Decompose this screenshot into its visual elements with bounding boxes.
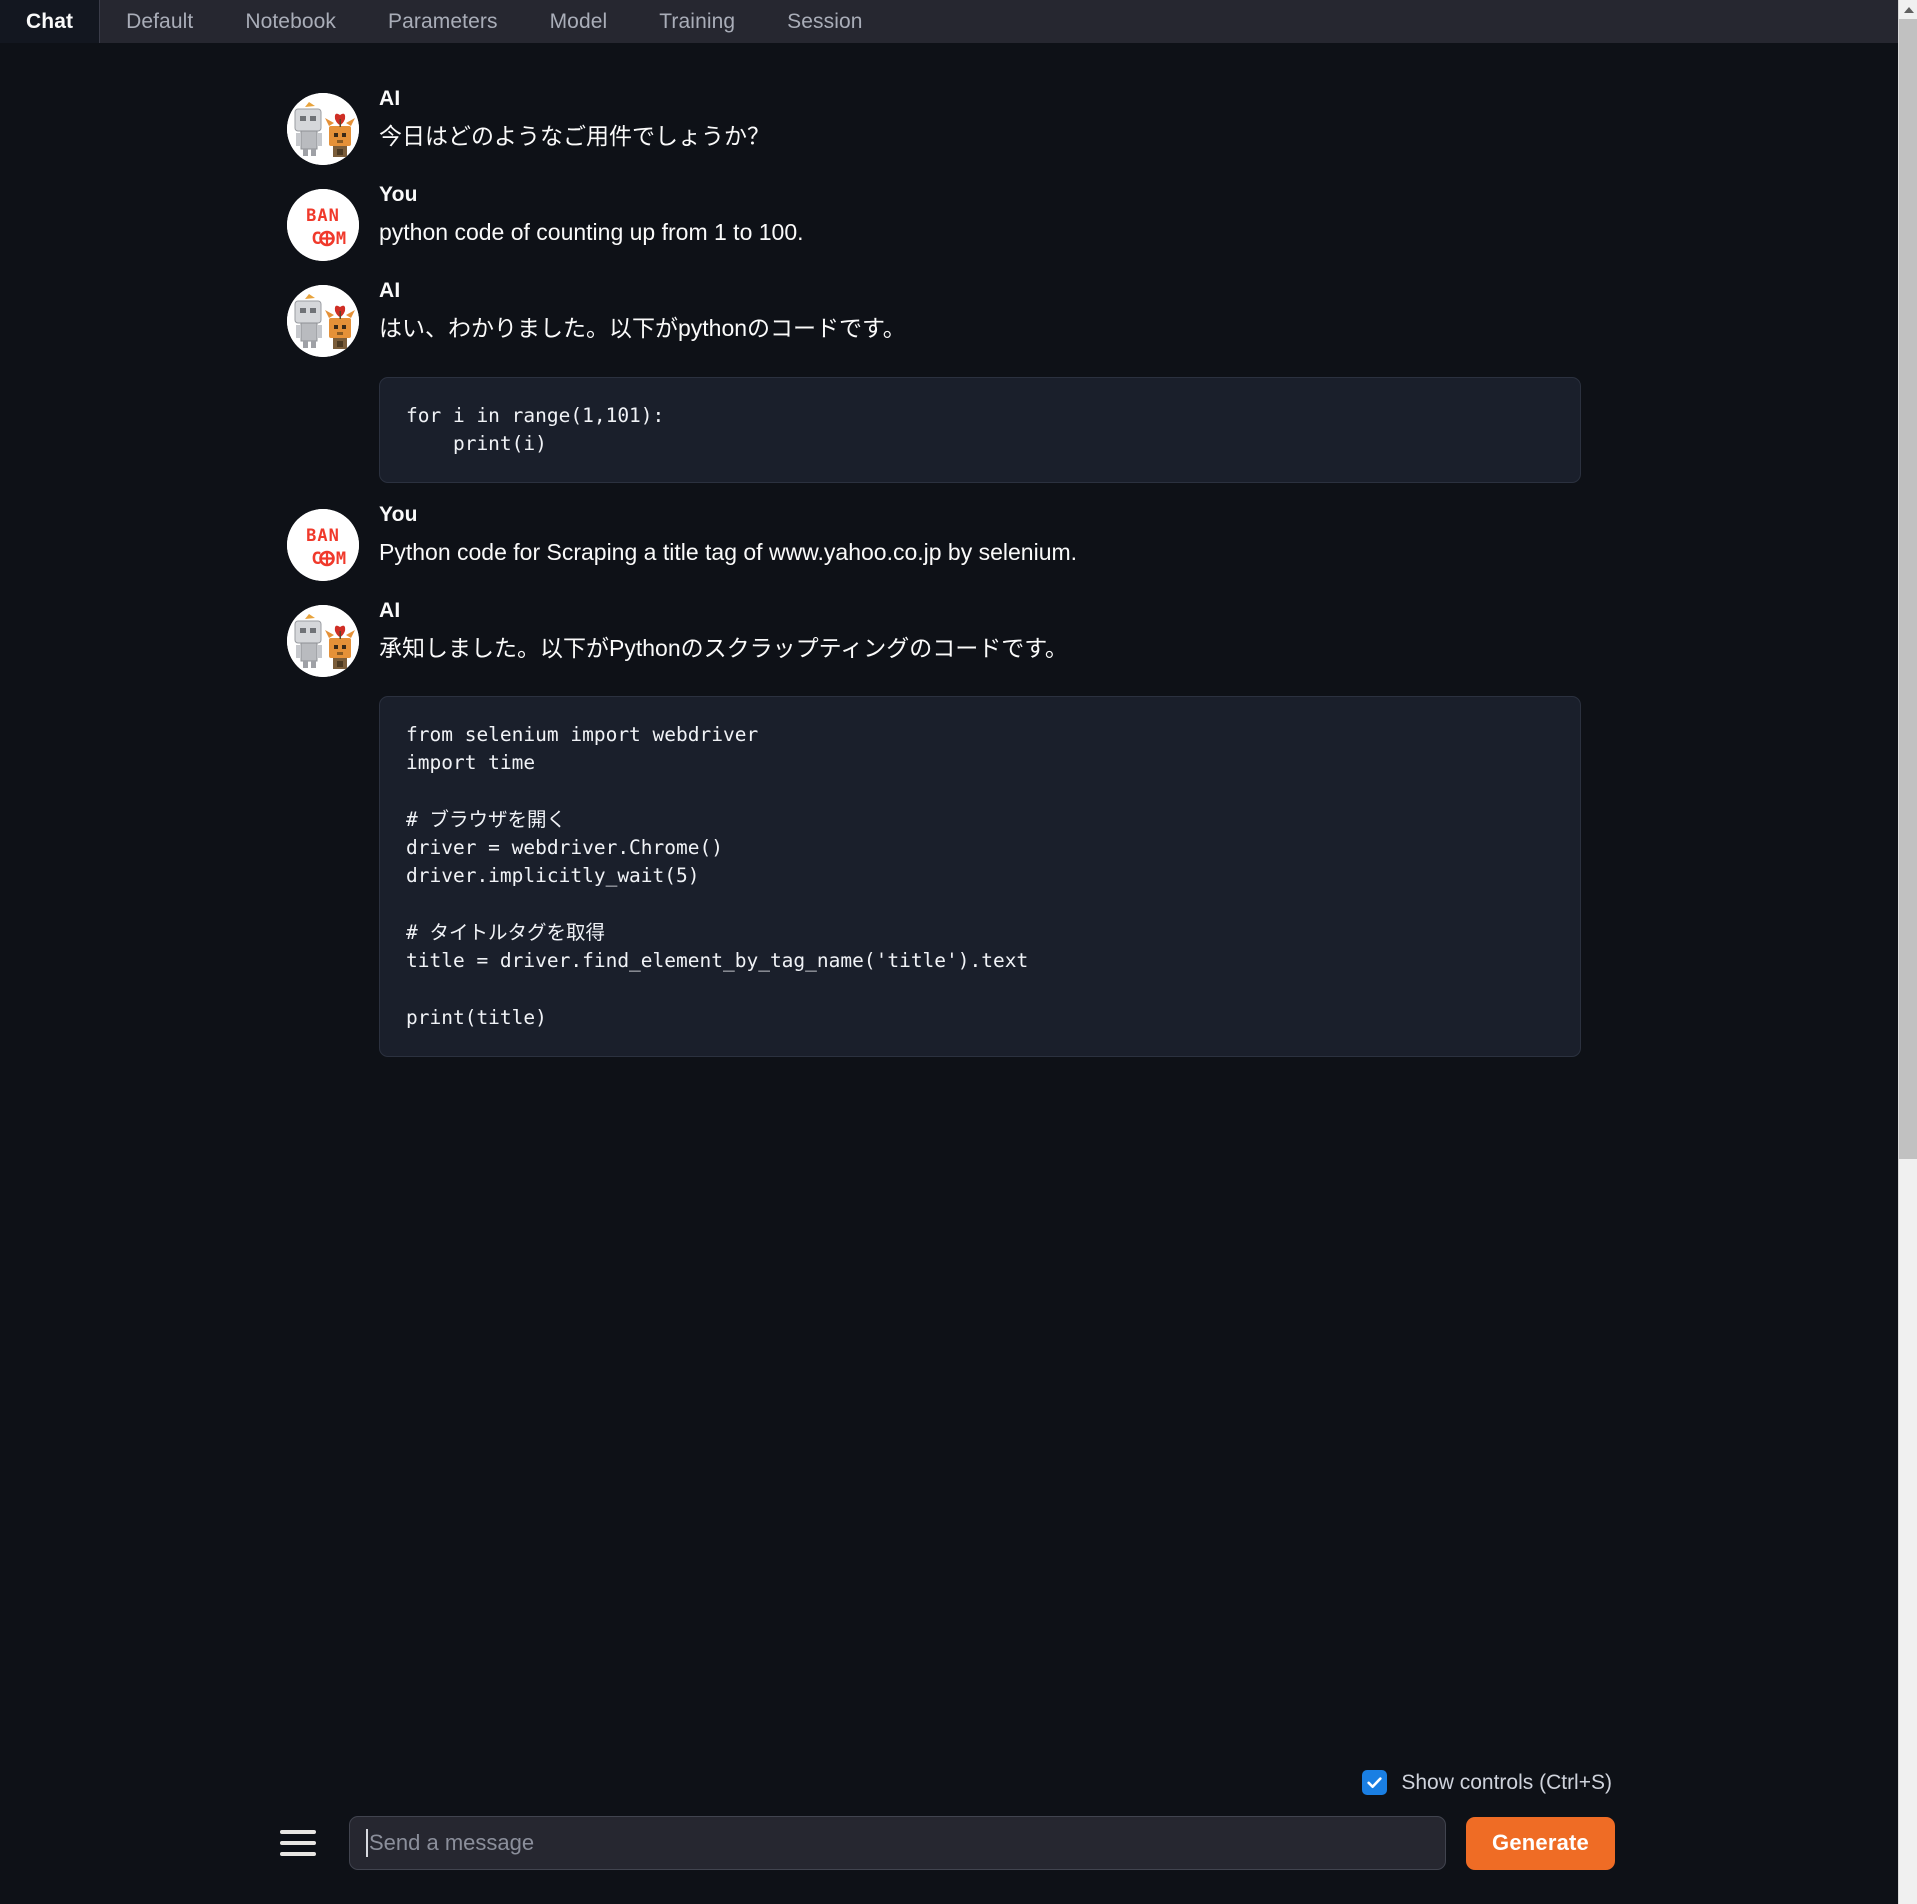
message-body: You Python code for Scraping a title tag… <box>379 503 1077 568</box>
user-bancom-avatar: BAN C M <box>287 508 359 581</box>
hamburger-menu-icon[interactable] <box>280 1822 322 1864</box>
app-window: Chat Default Notebook Parameters Model T… <box>0 0 1917 1904</box>
chat-message: BAN C M You python code of counting up f… <box>0 183 1898 261</box>
check-icon <box>1367 1777 1382 1789</box>
tab-label: Notebook <box>245 9 337 33</box>
tab-session[interactable]: Session <box>761 0 888 43</box>
chat-message: BAN C M You Python code for Scraping a t… <box>0 503 1898 581</box>
chat-message: AI 承知しました。以下がPythonのスクラップティングのコードです。 <box>0 599 1898 677</box>
chat-transcript: AI 今日はどのようなご用件でしょうか？ BAN C M You python … <box>0 43 1898 1770</box>
scrollbar-thumb[interactable] <box>1899 19 1917 1159</box>
ai-robot-avatar <box>287 93 359 165</box>
message-author: You <box>379 502 418 526</box>
tab-training[interactable]: Training <box>633 0 761 43</box>
tab-notebook[interactable]: Notebook <box>219 0 362 43</box>
vertical-scrollbar[interactable] <box>1898 0 1917 1904</box>
chat-message: AI 今日はどのようなご用件でしょうか？ <box>0 87 1898 165</box>
tab-chat[interactable]: Chat <box>0 0 101 43</box>
text-caret <box>366 1829 368 1857</box>
bottom-controls: Show controls (Ctrl+S) Send a message Ge… <box>0 1770 1898 1904</box>
message-input-row: Send a message Generate <box>0 1816 1898 1870</box>
tab-label: Session <box>787 9 863 33</box>
chat-message: AI はい、わかりました。以下がpythonのコードです。 <box>0 279 1898 357</box>
ai-robot-avatar <box>287 604 359 677</box>
message-body: You python code of counting up from 1 to… <box>379 183 804 248</box>
message-body: AI 承知しました。以下がPythonのスクラップティングのコードです。 <box>379 599 1068 664</box>
svg-text:M: M <box>336 549 346 569</box>
message-text: 今日はどのようなご用件でしょうか？ <box>379 123 770 150</box>
message-author: AI <box>379 598 401 622</box>
code-block-wrapper: from selenium import webdriver import ti… <box>0 696 1898 1057</box>
tab-label: Chat <box>26 9 74 33</box>
tab-label: Training <box>659 9 736 33</box>
svg-text:M: M <box>336 229 346 249</box>
message-input[interactable]: Send a message <box>349 1816 1447 1870</box>
code-block-wrapper: for i in range(1,101): print(i) <box>0 376 1898 484</box>
message-text: Python code for Scraping a title tag of … <box>379 538 1078 565</box>
message-author: AI <box>379 279 401 302</box>
tab-label: Parameters <box>388 9 498 33</box>
code-block[interactable]: for i in range(1,101): print(i) <box>379 376 1581 484</box>
message-body: AI 今日はどのようなご用件でしょうか？ <box>379 87 770 152</box>
tab-parameters[interactable]: Parameters <box>362 0 524 43</box>
message-body: AI はい、わかりました。以下がpythonのコードです。 <box>379 279 906 344</box>
tab-model[interactable]: Model <box>524 0 634 43</box>
message-text: 承知しました。以下がPythonのスクラップティングのコードです。 <box>379 634 1068 661</box>
message-input-placeholder: Send a message <box>369 1830 535 1855</box>
message-text: はい、わかりました。以下がpythonのコードです。 <box>379 315 906 342</box>
message-text: python code of counting up from 1 to 100… <box>379 219 804 246</box>
user-bancom-avatar: BAN C M <box>287 189 359 261</box>
chevron-up-icon <box>1903 6 1914 13</box>
show-controls-label: Show controls (Ctrl+S) <box>1401 1770 1612 1794</box>
scroll-up-button[interactable] <box>1899 0 1917 19</box>
tab-default[interactable]: Default <box>100 0 219 43</box>
message-author: AI <box>379 87 401 110</box>
show-controls-row: Show controls (Ctrl+S) <box>0 1770 1898 1795</box>
svg-text:BAN: BAN <box>306 526 340 546</box>
message-author: You <box>379 183 418 206</box>
show-controls-checkbox[interactable] <box>1362 1770 1388 1795</box>
tab-label: Default <box>126 9 194 33</box>
tab-label: Model <box>549 9 608 33</box>
ai-robot-avatar <box>287 285 359 357</box>
code-block[interactable]: from selenium import webdriver import ti… <box>379 696 1581 1057</box>
generate-button[interactable]: Generate <box>1466 1816 1615 1870</box>
tab-bar: Chat Default Notebook Parameters Model T… <box>0 0 1898 43</box>
svg-text:BAN: BAN <box>306 206 340 226</box>
